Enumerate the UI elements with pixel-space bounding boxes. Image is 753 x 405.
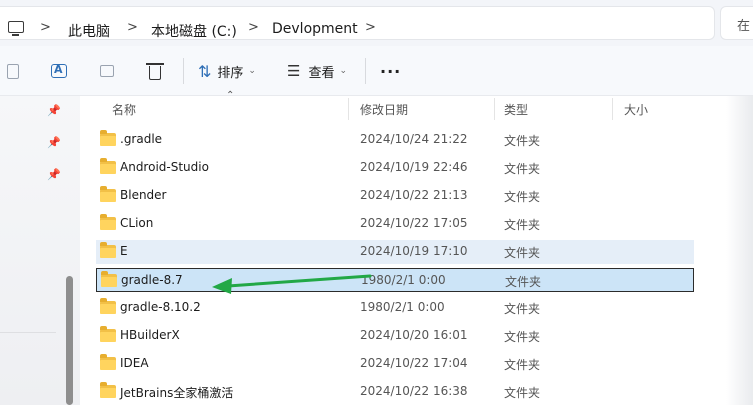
file-modified-date: 2024/10/22 17:05 <box>360 216 468 230</box>
more-options-button[interactable]: ··· <box>380 58 401 84</box>
file-row[interactable]: .gradle 2024/10/24 21:22 文件夹 <box>96 128 694 152</box>
breadcrumb-devlopment[interactable]: Devlopment <box>272 21 358 37</box>
pin-icon[interactable]: 📌 <box>47 104 61 117</box>
nav-divider <box>0 332 56 333</box>
share-icon <box>100 65 114 77</box>
folder-icon <box>100 298 116 314</box>
chevron-down-icon: ⌄ <box>339 66 348 76</box>
file-name: gradle-8.10.2 <box>120 300 201 314</box>
pin-icon[interactable]: 📌 <box>47 136 61 149</box>
file-type: 文件夹 <box>504 330 541 344</box>
file-name: gradle-8.7 <box>121 273 183 287</box>
column-header-date[interactable]: 修改日期 <box>360 101 408 118</box>
view-list-icon: ☰ <box>287 62 301 80</box>
file-name: JetBrains全家桶激活 <box>120 386 234 400</box>
copy-icon <box>7 63 19 79</box>
file-name: Blender <box>120 188 167 202</box>
file-explorer-window: > 此电脑 > 本地磁盘 (C:) > Devlopment > 在 ⇅ 排序 <box>0 0 753 405</box>
file-type: 文件夹 <box>504 246 541 260</box>
file-modified-date: 2024/10/19 22:46 <box>360 160 468 174</box>
rename-button[interactable] <box>51 58 67 84</box>
copy-button[interactable] <box>5 58 19 84</box>
address-bar[interactable]: > 此电脑 > 本地磁盘 (C:) > Devlopment > <box>0 6 715 40</box>
file-modified-date: 2024/10/22 21:13 <box>360 188 468 202</box>
folder-icon <box>100 326 116 342</box>
file-name: CLion <box>120 216 154 230</box>
file-type: 文件夹 <box>504 162 541 176</box>
share-button[interactable] <box>100 58 114 84</box>
folder-icon <box>100 158 116 174</box>
file-type: 文件夹 <box>504 386 541 400</box>
file-type: 文件夹 <box>504 218 541 232</box>
column-header-size[interactable]: 大小 <box>624 101 648 118</box>
folder-icon <box>100 214 116 230</box>
file-row[interactable]: HBuilderX 2024/10/20 16:01 文件夹 <box>96 324 694 348</box>
sort-label: 排序 <box>217 65 244 81</box>
breadcrumb-chevron-icon: > <box>127 20 138 35</box>
file-type: 文件夹 <box>505 275 542 289</box>
breadcrumb-chevron-icon: > <box>248 20 259 35</box>
sort-button[interactable]: ⇅ 排序 ⌄ <box>198 58 256 84</box>
file-name: HBuilderX <box>120 328 180 342</box>
folder-icon <box>100 242 116 258</box>
file-row[interactable]: gradle-8.10.2 1980/2/1 0:00 文件夹 <box>96 296 694 320</box>
view-button[interactable]: ☰ 查看 ⌄ <box>287 58 347 84</box>
more-icon: ··· <box>380 61 402 81</box>
folder-icon <box>100 382 116 398</box>
chevron-down-icon: ⌄ <box>248 66 256 76</box>
file-row[interactable]: Blender 2024/10/22 21:13 文件夹 <box>96 184 694 208</box>
breadcrumb-this-pc[interactable]: 此电脑 <box>68 21 110 41</box>
sort-ascending-icon: ⌃ <box>226 90 235 101</box>
file-name: E <box>120 244 128 258</box>
file-name: Android-Studio <box>120 160 209 174</box>
file-modified-date: 2024/10/20 16:01 <box>360 328 468 342</box>
file-row[interactable]: JetBrains全家桶激活 2024/10/22 16:38 文件夹 <box>96 380 694 404</box>
folder-icon <box>100 186 116 202</box>
file-type: 文件夹 <box>504 358 541 372</box>
folder-icon <box>101 271 117 287</box>
search-box[interactable]: 在 <box>720 6 753 40</box>
breadcrumb-chevron-icon[interactable]: > <box>365 20 376 35</box>
column-header-type[interactable]: 类型 <box>504 101 528 118</box>
column-divider[interactable] <box>612 98 613 120</box>
column-divider[interactable] <box>348 98 349 120</box>
pin-icon[interactable]: 📌 <box>47 168 61 181</box>
file-modified-date: 2024/10/22 16:38 <box>360 384 468 398</box>
file-modified-date: 2024/10/24 21:22 <box>360 132 468 146</box>
toolbar-divider <box>183 58 184 84</box>
file-type: 文件夹 <box>504 190 541 204</box>
file-type: 文件夹 <box>504 134 541 148</box>
folder-icon <box>100 130 116 146</box>
file-modified-date: 1980/2/1 0:00 <box>360 300 445 314</box>
trash-icon <box>146 63 164 80</box>
breadcrumb-chevron-icon: > <box>40 20 51 35</box>
file-modified-date: 2024/10/22 17:04 <box>360 356 468 370</box>
column-divider[interactable] <box>494 98 495 120</box>
command-bar: ⇅ 排序 ⌄ ☰ 查看 ⌄ ··· <box>0 46 753 96</box>
file-row[interactable]: CLion 2024/10/22 17:05 文件夹 <box>96 212 694 236</box>
file-modified-date: 2024/10/19 17:10 <box>360 244 468 258</box>
file-name: IDEA <box>120 356 149 370</box>
file-modified-date: 1980/2/1 0:00 <box>361 273 446 287</box>
file-row[interactable]: IDEA 2024/10/22 17:04 文件夹 <box>96 352 694 376</box>
column-header-name[interactable]: 名称 <box>112 101 136 118</box>
window-edge-shadow <box>726 96 753 405</box>
file-type: 文件夹 <box>504 302 541 316</box>
breadcrumb-local-disk[interactable]: 本地磁盘 (C:) <box>151 21 237 41</box>
nav-scrollbar-thumb[interactable] <box>66 276 73 405</box>
file-name: .gradle <box>120 132 163 146</box>
folder-icon <box>100 354 116 370</box>
file-row[interactable]: gradle-8.7 1980/2/1 0:00 文件夹 <box>96 268 694 292</box>
delete-button[interactable] <box>146 58 164 84</box>
file-row[interactable]: Android-Studio 2024/10/19 22:46 文件夹 <box>96 156 694 180</box>
file-row[interactable]: E 2024/10/19 17:10 文件夹 <box>96 240 694 264</box>
rename-icon <box>51 63 67 78</box>
computer-icon <box>8 21 24 36</box>
toolbar-divider <box>365 58 366 84</box>
sort-icon: ⇅ <box>198 61 212 81</box>
address-bar-row: > 此电脑 > 本地磁盘 (C:) > Devlopment > 在 <box>0 0 753 46</box>
search-placeholder: 在 <box>737 19 751 34</box>
view-label: 查看 <box>308 65 335 81</box>
